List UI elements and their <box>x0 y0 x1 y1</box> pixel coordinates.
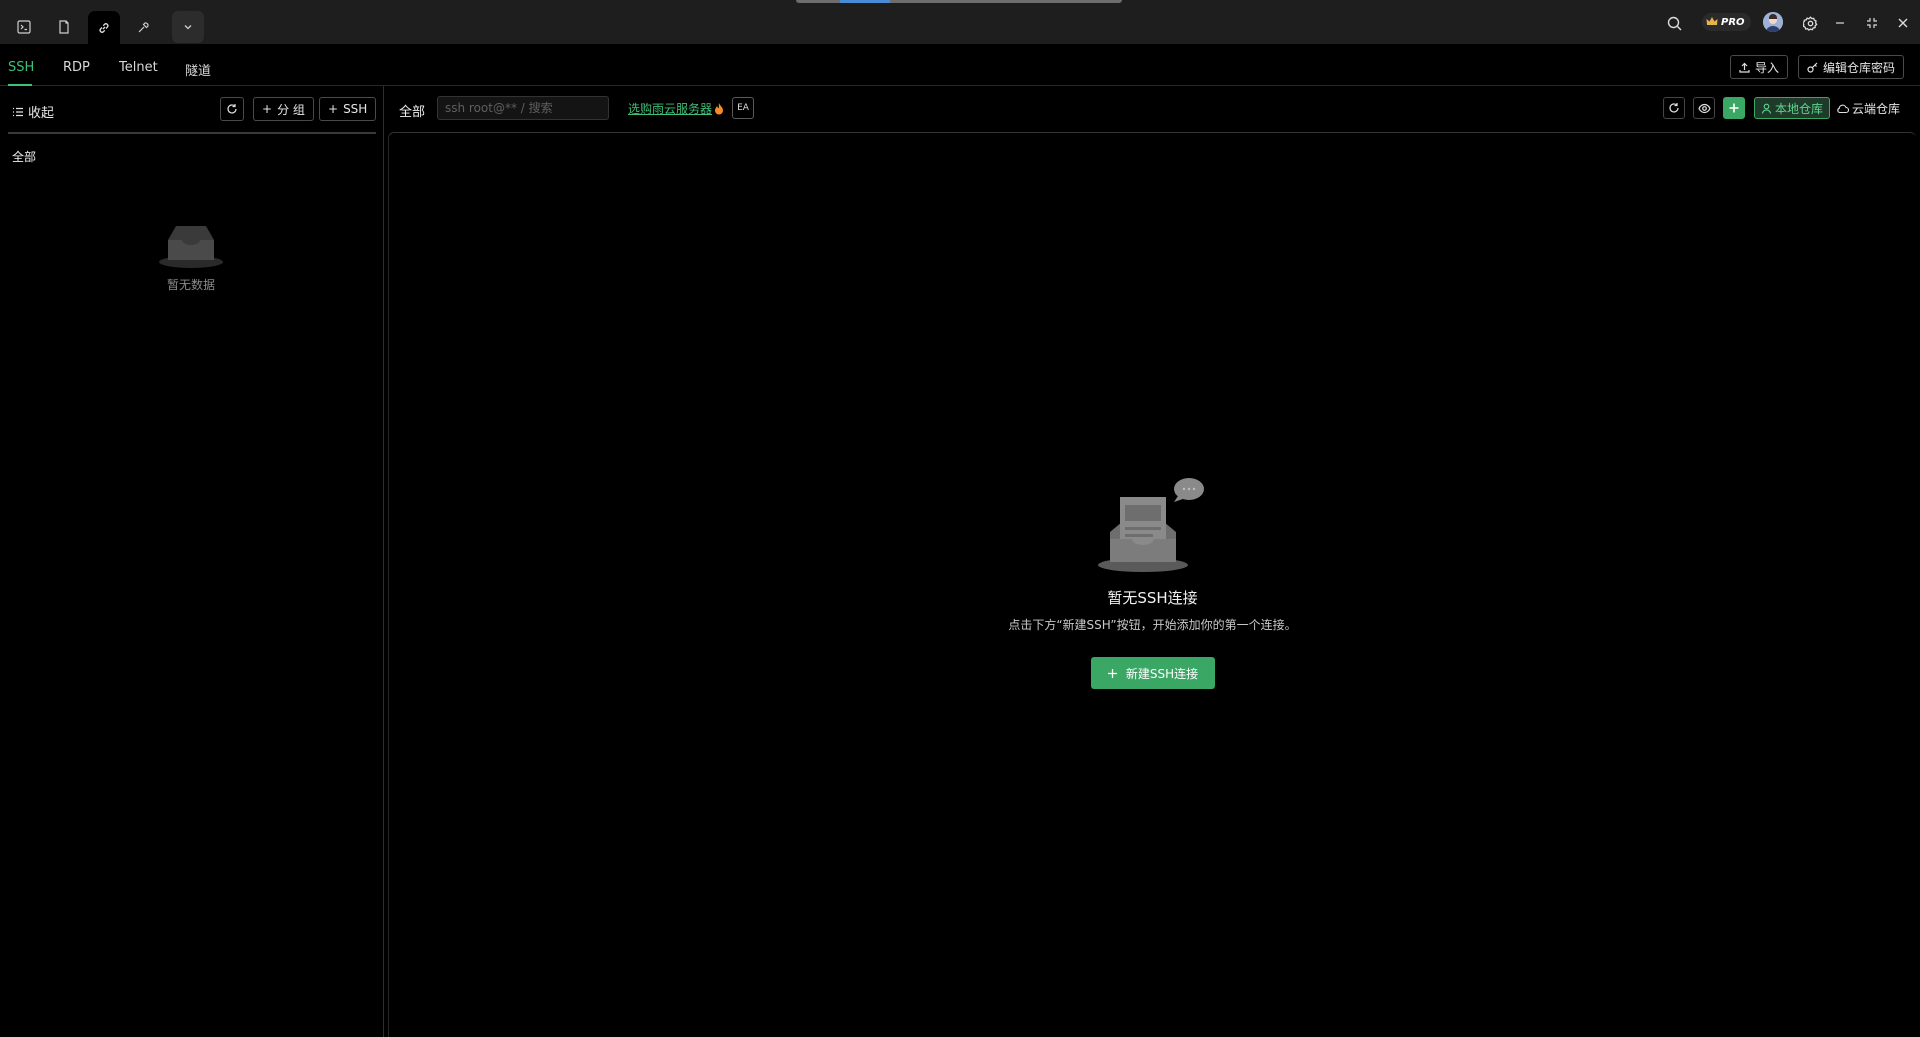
new-ssh-connection-button[interactable]: 新建SSH连接 <box>1090 657 1215 689</box>
plus-icon <box>1107 668 1117 678</box>
collapse-label: 收起 <box>28 106 55 121</box>
connections-empty-state: 暂无SSH连接 点击下方“新建SSH”按钮，开始添加你的第一个连接。 新建SSH… <box>389 477 1916 689</box>
search-button[interactable] <box>1662 11 1686 35</box>
minimize-button[interactable] <box>1828 11 1852 35</box>
terminal-tab[interactable] <box>8 11 40 43</box>
sidebar-empty-state: 暂无数据 <box>156 220 226 293</box>
chevron-down-icon <box>184 25 192 30</box>
maximize-button[interactable] <box>1860 11 1884 35</box>
refresh-icon <box>1669 103 1679 113</box>
gear-icon <box>1802 15 1817 31</box>
tab-ssh[interactable]: SSH <box>8 60 34 75</box>
tools-tab[interactable] <box>128 11 160 43</box>
file-icon <box>59 20 69 34</box>
group-sidebar: 收起 + 分 组 + SSH 全部 暂无数据 <box>0 86 384 1037</box>
pro-badge[interactable]: PRO <box>1702 13 1751 31</box>
tab-telnet[interactable]: Telnet <box>119 60 158 75</box>
edit-repo-password-button[interactable]: 编辑仓库密码 <box>1798 55 1905 79</box>
terminal-icon <box>17 20 31 34</box>
restore-icon <box>1867 18 1877 28</box>
tools-icon <box>138 22 149 33</box>
connection-list-panel: 暂无SSH连接 点击下方“新建SSH”按钮，开始添加你的第一个连接。 新建SSH… <box>388 132 1916 1037</box>
protocol-tab-bar: SSH RDP Telnet 隧道 导入 编辑仓库密码 <box>0 44 1920 86</box>
local-repo-tab[interactable]: 本地仓库 <box>1754 97 1830 119</box>
connection-toolbar: 全部 选购雨云服务器 EA 本地仓库 云端仓库 <box>384 86 1920 132</box>
import-label: 导入 <box>1755 60 1780 75</box>
user-avatar[interactable] <box>1763 12 1783 32</box>
upload-icon <box>1739 62 1750 73</box>
ai-button[interactable]: EA <box>732 97 754 119</box>
refresh-groups-button[interactable] <box>220 97 244 121</box>
import-button[interactable]: 导入 <box>1730 55 1789 79</box>
empty-inbox-icon <box>159 226 223 268</box>
search-input[interactable] <box>437 96 609 120</box>
filter-all[interactable]: 全部 <box>399 101 425 120</box>
cloud-repo-tab[interactable]: 云端仓库 <box>1836 100 1900 117</box>
add-ssh-label: SSH <box>343 102 368 116</box>
avatar-icon <box>1763 12 1783 32</box>
tab-tunnel[interactable]: 隧道 <box>185 60 211 79</box>
add-group-label: 分 组 <box>277 102 305 117</box>
plus-icon: + <box>328 102 339 116</box>
add-group-button[interactable]: + 分 组 <box>253 97 314 121</box>
close-icon <box>1898 18 1908 28</box>
toggle-visibility-button[interactable] <box>1693 97 1715 119</box>
fire-icon <box>715 102 724 114</box>
promo-link-text: 选购雨云服务器 <box>628 102 713 116</box>
ai-label: EA <box>737 103 749 113</box>
key-icon <box>1807 62 1818 73</box>
promo-link[interactable]: 选购雨云服务器 <box>628 100 724 117</box>
sidebar-item-all[interactable]: 全部 <box>12 148 36 165</box>
cloud-repo-label: 云端仓库 <box>1852 102 1901 116</box>
plus-icon <box>1729 103 1739 113</box>
user-icon <box>1761 103 1772 114</box>
more-tabs-dropdown[interactable] <box>172 11 204 43</box>
add-connection-button[interactable] <box>1723 97 1745 119</box>
list-icon <box>13 107 23 116</box>
plus-icon: + <box>262 102 273 116</box>
collapse-button[interactable]: 收起 <box>12 102 54 121</box>
new-ssh-connection-label: 新建SSH连接 <box>1125 666 1199 681</box>
minimize-icon <box>1836 22 1844 24</box>
edit-repo-password-label: 编辑仓库密码 <box>1823 60 1896 75</box>
empty-box-icon <box>1097 478 1204 572</box>
window-drag-handle[interactable] <box>796 0 1122 3</box>
refresh-icon <box>227 104 237 114</box>
title-bar: PRO <box>0 0 1920 44</box>
refresh-connections-button[interactable] <box>1663 97 1685 119</box>
cloud-icon <box>1837 104 1849 114</box>
add-ssh-button[interactable]: + SSH <box>319 97 377 121</box>
settings-button[interactable] <box>1798 11 1822 35</box>
search-icon <box>1667 16 1681 30</box>
local-repo-label: 本地仓库 <box>1774 101 1823 116</box>
tab-rdp[interactable]: RDP <box>63 60 90 75</box>
crown-icon <box>1706 17 1718 25</box>
empty-title: 暂无SSH连接 <box>1107 589 1198 607</box>
file-tab[interactable] <box>48 11 80 43</box>
sidebar-divider <box>8 132 376 134</box>
eye-icon <box>1697 103 1711 113</box>
pro-label: PRO <box>1721 16 1745 28</box>
empty-description: 点击下方“新建SSH”按钮，开始添加你的第一个连接。 <box>1008 618 1297 632</box>
connections-tab[interactable] <box>88 11 120 44</box>
link-icon <box>99 22 109 33</box>
empty-text: 暂无数据 <box>166 278 215 292</box>
close-button[interactable] <box>1891 11 1915 35</box>
